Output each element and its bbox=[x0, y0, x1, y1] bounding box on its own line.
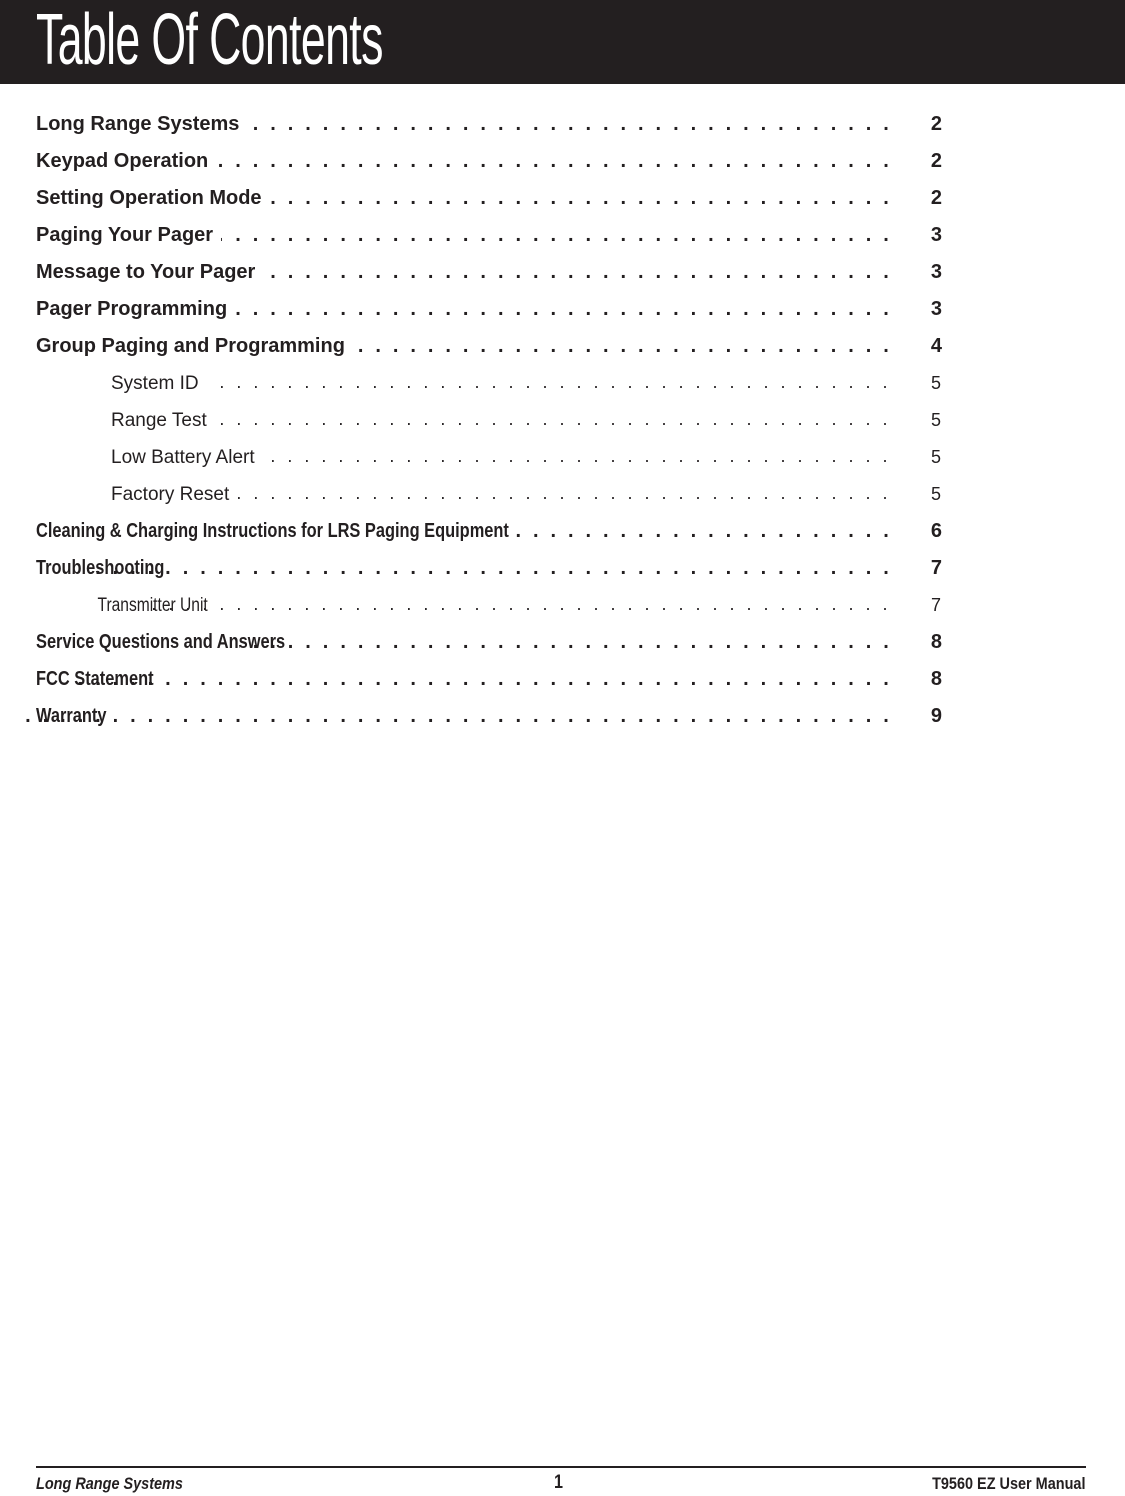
dot-leader bbox=[91, 559, 892, 579]
toc-entry-cleaning-and-charging[interactable]: Cleaning & Charging Instructions for LRS… bbox=[36, 513, 946, 550]
dot-leader bbox=[144, 596, 891, 616]
dot-leader bbox=[270, 189, 892, 209]
toc-entry-page: 5 bbox=[930, 373, 941, 393]
toc-subentry-factory-reset[interactable]: Factory Reset 5 bbox=[36, 476, 946, 513]
dot-leader bbox=[21, 707, 892, 727]
toc-entry-page: 5 bbox=[930, 410, 941, 430]
toc-entry-label: Pager Programming bbox=[36, 298, 228, 320]
toc-entry-pager-programming[interactable]: Pager Programming 3 bbox=[36, 291, 946, 328]
toc-entry-page: 5 bbox=[930, 484, 941, 504]
toc-entry-label: Keypad Operation bbox=[36, 150, 209, 172]
toc-entry-page: 5 bbox=[930, 447, 941, 467]
toc-subentry-transmitter-unit[interactable]: Transmitter Unit 7 bbox=[36, 587, 946, 624]
toc-entry-page: 9 bbox=[930, 705, 942, 727]
toc-entry-paging-your-pager[interactable]: Paging Your Pager 3 bbox=[36, 217, 946, 254]
toc-subentry-range-test[interactable]: Range Test 5 bbox=[36, 402, 946, 439]
toc-entry-page: 3 bbox=[930, 224, 942, 246]
toc-entry-page: 2 bbox=[930, 187, 942, 209]
table-of-contents: Long Range Systems 2 Keypad Operation 2 … bbox=[21, 106, 946, 735]
dot-leader bbox=[215, 411, 891, 431]
toc-entry-long-range-systems[interactable]: Long Range Systems 2 bbox=[36, 106, 946, 143]
toc-entry-page: 6 bbox=[930, 520, 942, 542]
dot-leader bbox=[216, 152, 892, 172]
toc-subentry-low-battery-alert[interactable]: Low Battery Alert 5 bbox=[36, 439, 946, 476]
toc-entry-label: Group Paging and Programming bbox=[36, 335, 345, 357]
dot-leader bbox=[235, 300, 892, 320]
toc-entry-label: System ID bbox=[111, 372, 199, 394]
toc-entry-service-questions[interactable]: Service Questions and Answers 8 bbox=[36, 624, 946, 661]
toc-entry-page: 3 bbox=[930, 261, 942, 283]
dot-leader bbox=[263, 448, 891, 468]
toc-entry-label: Cleaning & Charging Instructions for LRS… bbox=[36, 520, 509, 542]
toc-entry-label: Factory Reset bbox=[111, 483, 230, 505]
page-title: Table Of Contents bbox=[36, 0, 383, 80]
dot-leader bbox=[237, 485, 891, 505]
toc-entry-page: 7 bbox=[930, 557, 942, 579]
toc-entry-page: 8 bbox=[930, 668, 942, 690]
toc-entry-label: Message to Your Pager bbox=[36, 261, 256, 283]
toc-entry-warranty[interactable]: Warranty 9 bbox=[21, 698, 946, 735]
dot-leader bbox=[239, 633, 892, 653]
toc-entry-message-to-your-pager[interactable]: Message to Your Pager 3 bbox=[36, 254, 946, 291]
dot-leader bbox=[353, 337, 892, 357]
toc-entry-fcc-statement[interactable]: FCC Statement 8 bbox=[36, 661, 946, 698]
footer-manual-title: T9560 EZ User Manual bbox=[931, 1474, 1085, 1493]
dot-leader bbox=[78, 670, 892, 690]
toc-entry-page: 8 bbox=[930, 631, 942, 653]
toc-entry-label: Long Range Systems bbox=[36, 113, 240, 135]
toc-entry-label: Low Battery Alert bbox=[111, 446, 255, 468]
toc-entry-setting-operation-mode[interactable]: Setting Operation Mode 2 bbox=[36, 180, 946, 217]
toc-entry-page: 4 bbox=[930, 335, 942, 357]
header-bar: Table Of Contents bbox=[0, 0, 1125, 84]
dot-leader bbox=[263, 263, 892, 283]
toc-entry-label: Range Test bbox=[111, 409, 207, 431]
toc-entry-label: Paging Your Pager bbox=[36, 224, 214, 246]
toc-entry-page: 7 bbox=[930, 595, 941, 615]
footer-divider bbox=[36, 1466, 1086, 1468]
dot-leader bbox=[221, 226, 892, 246]
footer-page-number: 1 bbox=[554, 1472, 563, 1493]
dot-leader bbox=[207, 374, 891, 394]
dot-leader bbox=[512, 522, 893, 542]
toc-entry-page: 3 bbox=[930, 298, 942, 320]
toc-entry-keypad-operation[interactable]: Keypad Operation 2 bbox=[36, 143, 946, 180]
toc-entry-page: 2 bbox=[930, 113, 942, 135]
footer-company-name: Long Range Systems bbox=[36, 1474, 183, 1493]
toc-subentry-system-id[interactable]: System ID 5 bbox=[36, 365, 946, 402]
toc-entry-troubleshooting[interactable]: Troubleshooting 7 bbox=[36, 550, 946, 587]
dot-leader bbox=[247, 115, 892, 135]
toc-entry-label: Setting Operation Mode bbox=[36, 187, 262, 209]
toc-entry-page: 2 bbox=[930, 150, 942, 172]
toc-entry-group-paging-and-programming[interactable]: Group Paging and Programming 4 bbox=[36, 328, 946, 365]
